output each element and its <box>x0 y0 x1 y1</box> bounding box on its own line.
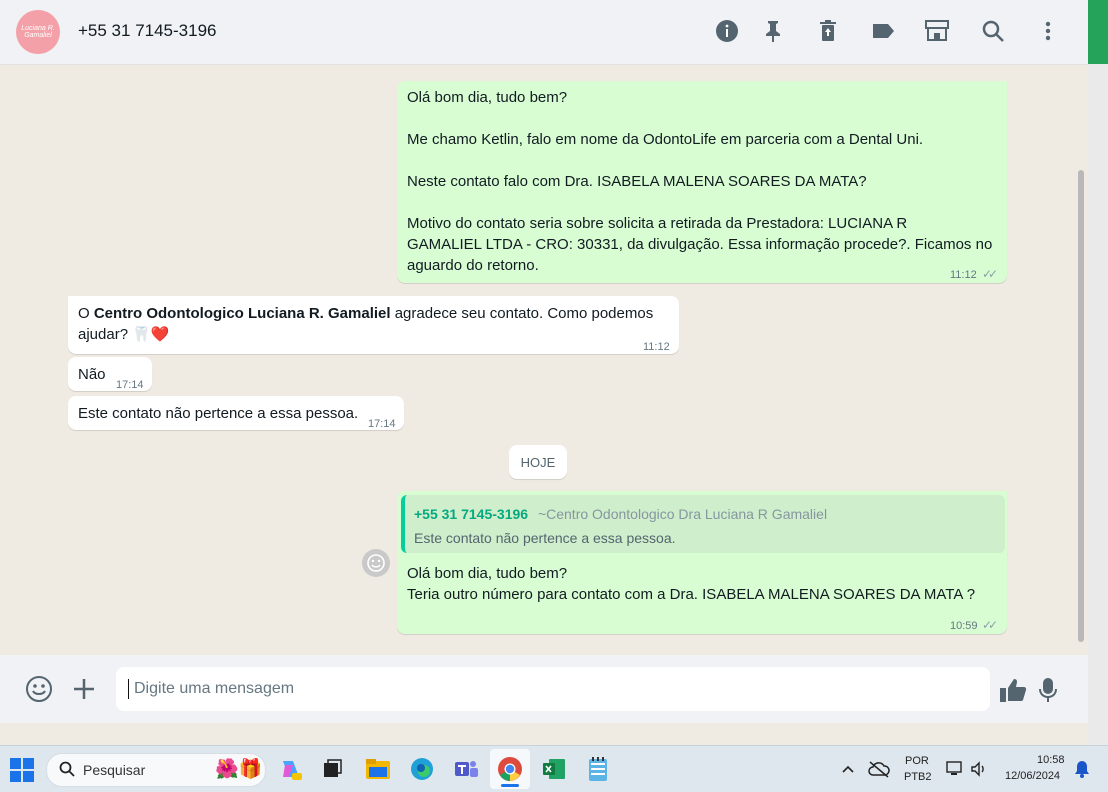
quoted-message[interactable]: +55 31 7145-3196 ~Centro Odontologico Dr… <box>401 495 1005 553</box>
menu-icon[interactable] <box>1035 18 1061 44</box>
quote-author-tag: ~Centro Odontologico Dra Luciana R Gamal… <box>537 506 828 522</box>
notepad-icon[interactable] <box>584 755 612 783</box>
message-time: 10:59 <box>950 620 978 632</box>
cloud-offline-icon[interactable] <box>865 755 893 783</box>
message-text: ajudar? 🦷❤️ <box>78 326 170 343</box>
chrome-icon[interactable] <box>496 755 524 783</box>
window-edge <box>1088 0 1108 64</box>
reaction-icon[interactable] <box>362 549 390 577</box>
message-text: Este contato não pertence a essa pessoa. <box>78 405 359 422</box>
chat-scrollbar[interactable] <box>1078 170 1084 642</box>
message-incoming[interactable]: Não 17:14 <box>68 357 152 391</box>
language-indicator[interactable]: POR <box>905 755 929 767</box>
emoji-icon[interactable] <box>25 675 53 708</box>
message-input[interactable]: Digite uma mensagem <box>116 667 990 711</box>
avatar[interactable]: Luciana R. Gamaliel <box>16 10 60 54</box>
message-text: GAMALIEL LTDA - CRO: 30331, da divulgaçã… <box>407 236 993 253</box>
search-icon[interactable] <box>980 18 1006 44</box>
volume-icon[interactable] <box>965 755 993 783</box>
message-time: 17:14 <box>116 379 144 391</box>
quote-text: Este contato não pertence a essa pessoa. <box>414 530 676 546</box>
edge-icon[interactable] <box>408 755 436 783</box>
message-outgoing[interactable]: Olá bom dia, tudo bem? Me chamo Ketlin, … <box>397 81 1007 283</box>
message-text: Me chamo Ketlin, falo em nome da OdontoL… <box>407 131 924 148</box>
attach-plus-icon[interactable] <box>72 677 96 706</box>
message-text: aguardo do retorno. <box>407 257 539 274</box>
taskbar-search[interactable]: Pesquisar 🌺🎁 <box>46 753 266 787</box>
window-edge-gray <box>1088 64 1108 745</box>
message-time: 17:14 <box>368 418 396 430</box>
search-icon <box>59 761 75 782</box>
message-text: Olá bom dia, tudo bem? <box>407 89 568 106</box>
message-input-placeholder: Digite uma mensagem <box>134 680 295 697</box>
copilot-icon[interactable] <box>277 755 305 783</box>
avatar-text: Luciana R. Gamaliel <box>21 25 55 39</box>
excel-icon[interactable] <box>540 755 568 783</box>
message-time: 11:12 <box>643 341 670 353</box>
message-outgoing[interactable]: +55 31 7145-3196 ~Centro Odontologico Dr… <box>397 491 1007 634</box>
info-icon[interactable] <box>714 18 740 44</box>
quote-author: +55 31 7145-3196 <box>414 506 529 522</box>
clock-date[interactable]: 12/06/2024 <box>1005 770 1060 782</box>
message-text: Motivo do contato seria sobre solicita a… <box>407 215 908 232</box>
message-text: Neste contato falo com Dra. ISABELA MALE… <box>407 173 867 190</box>
message-incoming[interactable]: O Centro Odontologico Luciana R. Gamalie… <box>68 296 679 354</box>
microphone-icon[interactable] <box>1039 677 1057 708</box>
delete-icon[interactable] <box>815 18 841 44</box>
message-text: Não <box>78 366 106 383</box>
read-ticks-icon: ✓✓ <box>982 267 998 281</box>
notification-bell-icon[interactable] <box>1068 755 1096 783</box>
day-divider: HOJE <box>509 445 567 479</box>
message-text: Olá bom dia, tudo bem? <box>407 565 568 582</box>
active-indicator <box>501 784 519 787</box>
whatsapp-window: Luciana R. Gamaliel +55 31 7145-3196 Olá… <box>0 0 1088 723</box>
message-bold-text: Centro Odontologico Luciana R. Gamaliel <box>93 305 391 322</box>
keyboard-layout[interactable]: PTB2 <box>904 771 932 783</box>
pin-icon[interactable] <box>760 18 786 44</box>
file-explorer-icon[interactable] <box>364 755 392 783</box>
label-icon[interactable] <box>870 18 896 44</box>
chevron-up-icon[interactable] <box>834 755 862 783</box>
chat-header: Luciana R. Gamaliel +55 31 7145-3196 <box>0 0 1088 65</box>
message-text: Teria outro número para contato com a Dr… <box>407 586 976 603</box>
message-text: O Centro Odontologico Luciana R. Gamalie… <box>78 303 670 324</box>
gift-icon: 🌺🎁 <box>215 759 263 780</box>
search-placeholder: Pesquisar <box>83 762 146 778</box>
windows-start-icon[interactable] <box>10 758 34 787</box>
contact-name[interactable]: +55 31 7145-3196 <box>78 21 217 41</box>
message-time: 11:12 <box>950 269 977 281</box>
task-view-icon[interactable] <box>318 755 346 783</box>
store-icon[interactable] <box>924 18 950 44</box>
message-text-suffix: agradece seu contato. Como podemos <box>390 305 654 322</box>
message-text-prefix: O <box>78 305 94 322</box>
like-icon[interactable] <box>999 677 1027 708</box>
clock-time[interactable]: 10:58 <box>1037 754 1065 766</box>
message-incoming[interactable]: Este contato não pertence a essa pessoa.… <box>68 396 404 430</box>
teams-icon[interactable] <box>452 755 480 783</box>
read-ticks-icon: ✓✓ <box>982 618 998 632</box>
chat-area: Olá bom dia, tudo bem? Me chamo Ketlin, … <box>0 65 1088 655</box>
